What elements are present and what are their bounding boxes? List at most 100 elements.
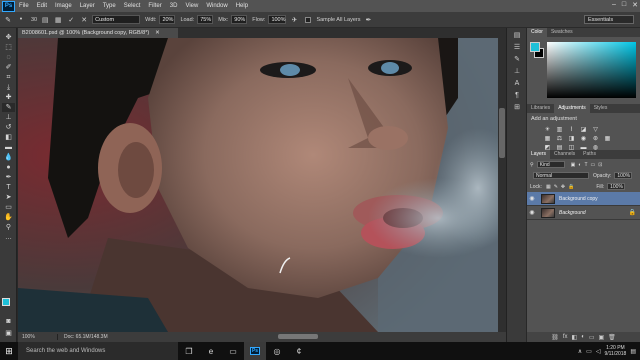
mix-field[interactable]: 90% (231, 15, 248, 24)
filter-shape-icon[interactable]: ▭ (591, 162, 596, 168)
menu-layer[interactable]: Layer (76, 3, 99, 9)
tab-channels[interactable]: Channels (550, 150, 579, 159)
glyphs-panel-icon[interactable]: ⊞ (511, 103, 523, 112)
clock[interactable]: 1:20 PM 9/11/2018 (604, 345, 626, 357)
brush-panel-icon[interactable]: ✎ (511, 55, 523, 64)
visibility-eye-icon[interactable]: ◉ (527, 195, 537, 202)
layer-row-background-copy[interactable]: ◉ Background copy (527, 192, 640, 206)
marquee-tool-icon[interactable]: ⬚ (2, 43, 15, 52)
quick-mask-icon[interactable]: ◙ (2, 317, 15, 326)
chrome-icon[interactable]: ◎ (266, 342, 288, 360)
character-panel-icon[interactable]: A (511, 79, 523, 88)
visibility-eye-icon[interactable]: ◉ (527, 209, 537, 216)
brightness-icon[interactable]: ☀ (543, 127, 552, 134)
new-layer-icon[interactable]: ▣ (598, 334, 604, 341)
menu-type[interactable]: Type (99, 3, 120, 9)
color-lookup-icon[interactable]: ▦ (603, 136, 612, 143)
menu-file[interactable]: File (15, 3, 33, 9)
tab-paths[interactable]: Paths (579, 150, 600, 159)
clean-brush-icon[interactable]: ✕ (79, 15, 89, 25)
tab-layers[interactable]: Layers (527, 150, 551, 159)
clone-source-icon[interactable]: ⊥ (511, 67, 523, 76)
crop-tool-icon[interactable]: ⌗ (2, 73, 15, 82)
tab-swatches[interactable]: Swatches (547, 28, 577, 37)
menu-3d[interactable]: 3D (166, 3, 182, 9)
lock-move-icon[interactable]: ✥ (561, 184, 565, 190)
lock-all-icon[interactable]: 🔒 (568, 184, 574, 190)
layer-name[interactable]: Background copy (559, 196, 598, 202)
workspace-select[interactable]: Essentials (584, 15, 634, 24)
load-swatch-icon[interactable]: ▦ (53, 15, 63, 25)
screen-mode-icon[interactable]: ▣ (2, 329, 15, 338)
menu-help[interactable]: Help (232, 3, 252, 9)
document-tab[interactable]: B2008601.psd @ 100% (Background copy, RG… (18, 28, 178, 38)
clone-stamp-tool-icon[interactable]: ⊥ (2, 113, 15, 122)
zoom-level[interactable]: 100% (18, 334, 58, 340)
color-picker-field[interactable] (547, 42, 636, 98)
menu-window[interactable]: Window (202, 3, 231, 9)
vibrance-icon[interactable]: ▽ (591, 127, 600, 134)
menu-image[interactable]: Image (51, 3, 76, 9)
photo-filter-icon[interactable]: ◉ (579, 136, 588, 143)
properties-panel-icon[interactable]: ☰ (511, 43, 523, 52)
edge-browser-icon[interactable]: e (200, 342, 222, 360)
gradient-tool-icon[interactable]: ▬ (2, 143, 15, 152)
new-group-icon[interactable]: ▭ (589, 334, 595, 341)
hue-saturation-icon[interactable]: ▦ (543, 136, 552, 143)
file-explorer-icon[interactable]: ▭ (222, 342, 244, 360)
pen-tool-icon[interactable]: ✒ (2, 173, 15, 182)
tab-adjustments[interactable]: Adjustments (554, 104, 590, 113)
mixer-brush-icon[interactable]: ✎ (3, 15, 13, 25)
network-icon[interactable]: ▭ (586, 348, 592, 355)
delete-layer-icon[interactable]: 🗑 (608, 334, 616, 341)
brush-panel-icon[interactable]: ▤ (40, 15, 50, 25)
new-adjustment-icon[interactable]: ◐ (581, 334, 585, 340)
preset-select[interactable]: Custom (92, 15, 141, 24)
vertical-scrollbar[interactable] (498, 38, 506, 332)
history-brush-tool-icon[interactable]: ↺ (2, 123, 15, 132)
menu-select[interactable]: Select (120, 3, 145, 9)
taskbar-search[interactable]: Search the web and Windows (18, 342, 178, 360)
color-balance-icon[interactable]: ⚖ (555, 136, 564, 143)
menu-view[interactable]: View (181, 3, 202, 9)
notifications-icon[interactable]: ▤ (630, 348, 636, 355)
lock-pixels-icon[interactable]: ▦ (546, 184, 551, 190)
move-tool-icon[interactable]: ✥ (2, 33, 15, 42)
fill-field[interactable]: 100% (607, 183, 626, 190)
load-field[interactable]: 75% (197, 15, 214, 24)
horizontal-scroll-thumb[interactable] (278, 334, 318, 339)
close-icon[interactable]: ✕ (632, 1, 638, 9)
airbrush-icon[interactable]: ✈ (289, 15, 299, 25)
sample-all-layers-checkbox[interactable] (305, 16, 312, 23)
minimize-icon[interactable]: – (612, 1, 616, 9)
curves-icon[interactable]: ⌇ (567, 127, 576, 134)
paragraph-panel-icon[interactable]: ¶ (511, 91, 523, 100)
photoshop-taskbar-icon[interactable]: Ps (244, 342, 266, 360)
tray-arrow-icon[interactable]: ∧ (578, 348, 582, 355)
menu-filter[interactable]: Filter (144, 3, 165, 9)
channel-mixer-icon[interactable]: ⊛ (591, 136, 600, 143)
blur-tool-icon[interactable]: 💧 (2, 153, 15, 162)
app-icon[interactable]: ¢ (288, 342, 310, 360)
history-panel-icon[interactable]: ▤ (511, 31, 523, 40)
blend-mode-select[interactable]: Normal (533, 172, 589, 179)
hand-tool-icon[interactable]: ✋ (2, 213, 15, 222)
menu-edit[interactable]: Edit (33, 3, 51, 9)
load-brush-icon[interactable]: ✓ (66, 15, 76, 25)
filter-adjust-icon[interactable]: ◐ (578, 162, 581, 168)
brush-preset-icon[interactable]: • (16, 15, 26, 25)
tab-color[interactable]: Color (527, 28, 547, 37)
add-mask-icon[interactable]: ◧ (572, 334, 578, 341)
task-view-icon[interactable]: ❐ (178, 342, 200, 360)
dodge-tool-icon[interactable]: ● (2, 163, 15, 172)
filter-type-icon[interactable]: T (584, 162, 587, 168)
shape-tool-icon[interactable]: ▭ (2, 203, 15, 212)
eraser-tool-icon[interactable]: ◧ (2, 133, 15, 142)
filter-pixel-icon[interactable]: ▣ (571, 162, 576, 168)
pressure-icon[interactable]: ✒ (363, 15, 373, 25)
document-canvas[interactable] (18, 38, 506, 332)
wet-field[interactable]: 20% (159, 15, 176, 24)
tab-styles[interactable]: Styles (590, 104, 612, 113)
levels-icon[interactable]: ▥ (555, 127, 564, 134)
healing-tool-icon[interactable]: ✚ (2, 93, 15, 102)
